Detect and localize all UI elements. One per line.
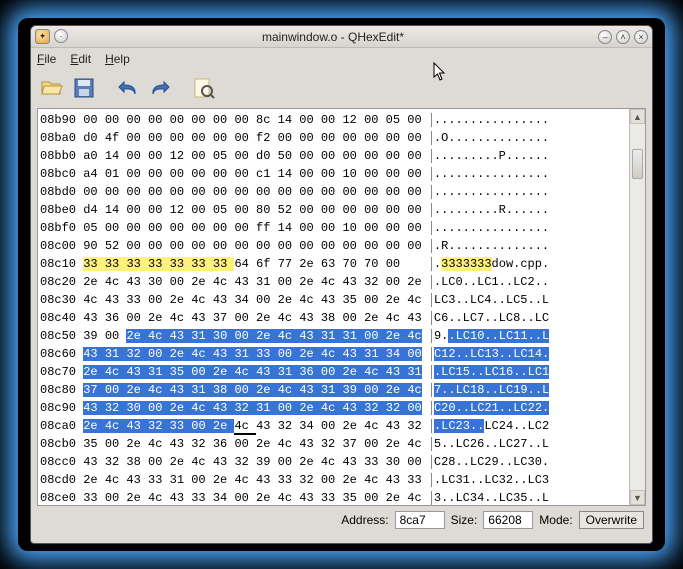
menu-file[interactable]: File bbox=[37, 52, 56, 66]
find-button[interactable] bbox=[189, 73, 219, 103]
vertical-scrollbar[interactable]: ▲ ▼ bbox=[629, 109, 645, 505]
mode-label: Mode: bbox=[539, 513, 572, 527]
titlebar: ✦ · mainwindow.o - QHexEdit* – ˄ × bbox=[31, 26, 652, 48]
minimize-button[interactable]: – bbox=[598, 30, 612, 44]
address-field[interactable]: 8ca7 bbox=[395, 511, 445, 529]
window-menu-icon[interactable]: ✦ bbox=[35, 29, 50, 44]
folder-open-icon bbox=[40, 78, 64, 98]
menu-edit[interactable]: Edit bbox=[70, 52, 91, 66]
save-button[interactable] bbox=[69, 73, 99, 103]
window-pin-button[interactable]: · bbox=[54, 29, 68, 43]
maximize-button[interactable]: ˄ bbox=[616, 30, 630, 44]
size-label: Size: bbox=[451, 513, 478, 527]
redo-button[interactable] bbox=[145, 73, 175, 103]
open-button[interactable] bbox=[37, 73, 67, 103]
undo-icon bbox=[116, 79, 140, 97]
toolbar bbox=[31, 70, 652, 106]
close-button[interactable]: × bbox=[634, 30, 648, 44]
menu-help[interactable]: Help bbox=[105, 52, 130, 66]
app-window: ✦ · mainwindow.o - QHexEdit* – ˄ × File … bbox=[30, 25, 653, 544]
mode-button[interactable]: Overwrite bbox=[579, 511, 644, 529]
floppy-disk-icon bbox=[73, 77, 95, 99]
magnifier-icon bbox=[193, 77, 215, 99]
hex-content[interactable]: 08b90 00 00 00 00 00 00 00 00 8c 14 00 0… bbox=[38, 109, 629, 505]
redo-icon bbox=[148, 79, 172, 97]
scroll-down-button[interactable]: ▼ bbox=[630, 490, 645, 505]
hex-editor[interactable]: 08b90 00 00 00 00 00 00 00 00 8c 14 00 0… bbox=[37, 108, 646, 506]
window-title: mainwindow.o - QHexEdit* bbox=[68, 30, 598, 44]
scroll-up-button[interactable]: ▲ bbox=[630, 109, 645, 124]
statusbar: Address: 8ca7 Size: 66208 Mode: Overwrit… bbox=[31, 508, 652, 532]
undo-button[interactable] bbox=[113, 73, 143, 103]
menubar: File Edit Help bbox=[31, 48, 652, 70]
size-field: 66208 bbox=[483, 511, 533, 529]
scroll-thumb[interactable] bbox=[632, 149, 643, 179]
address-label: Address: bbox=[341, 513, 388, 527]
